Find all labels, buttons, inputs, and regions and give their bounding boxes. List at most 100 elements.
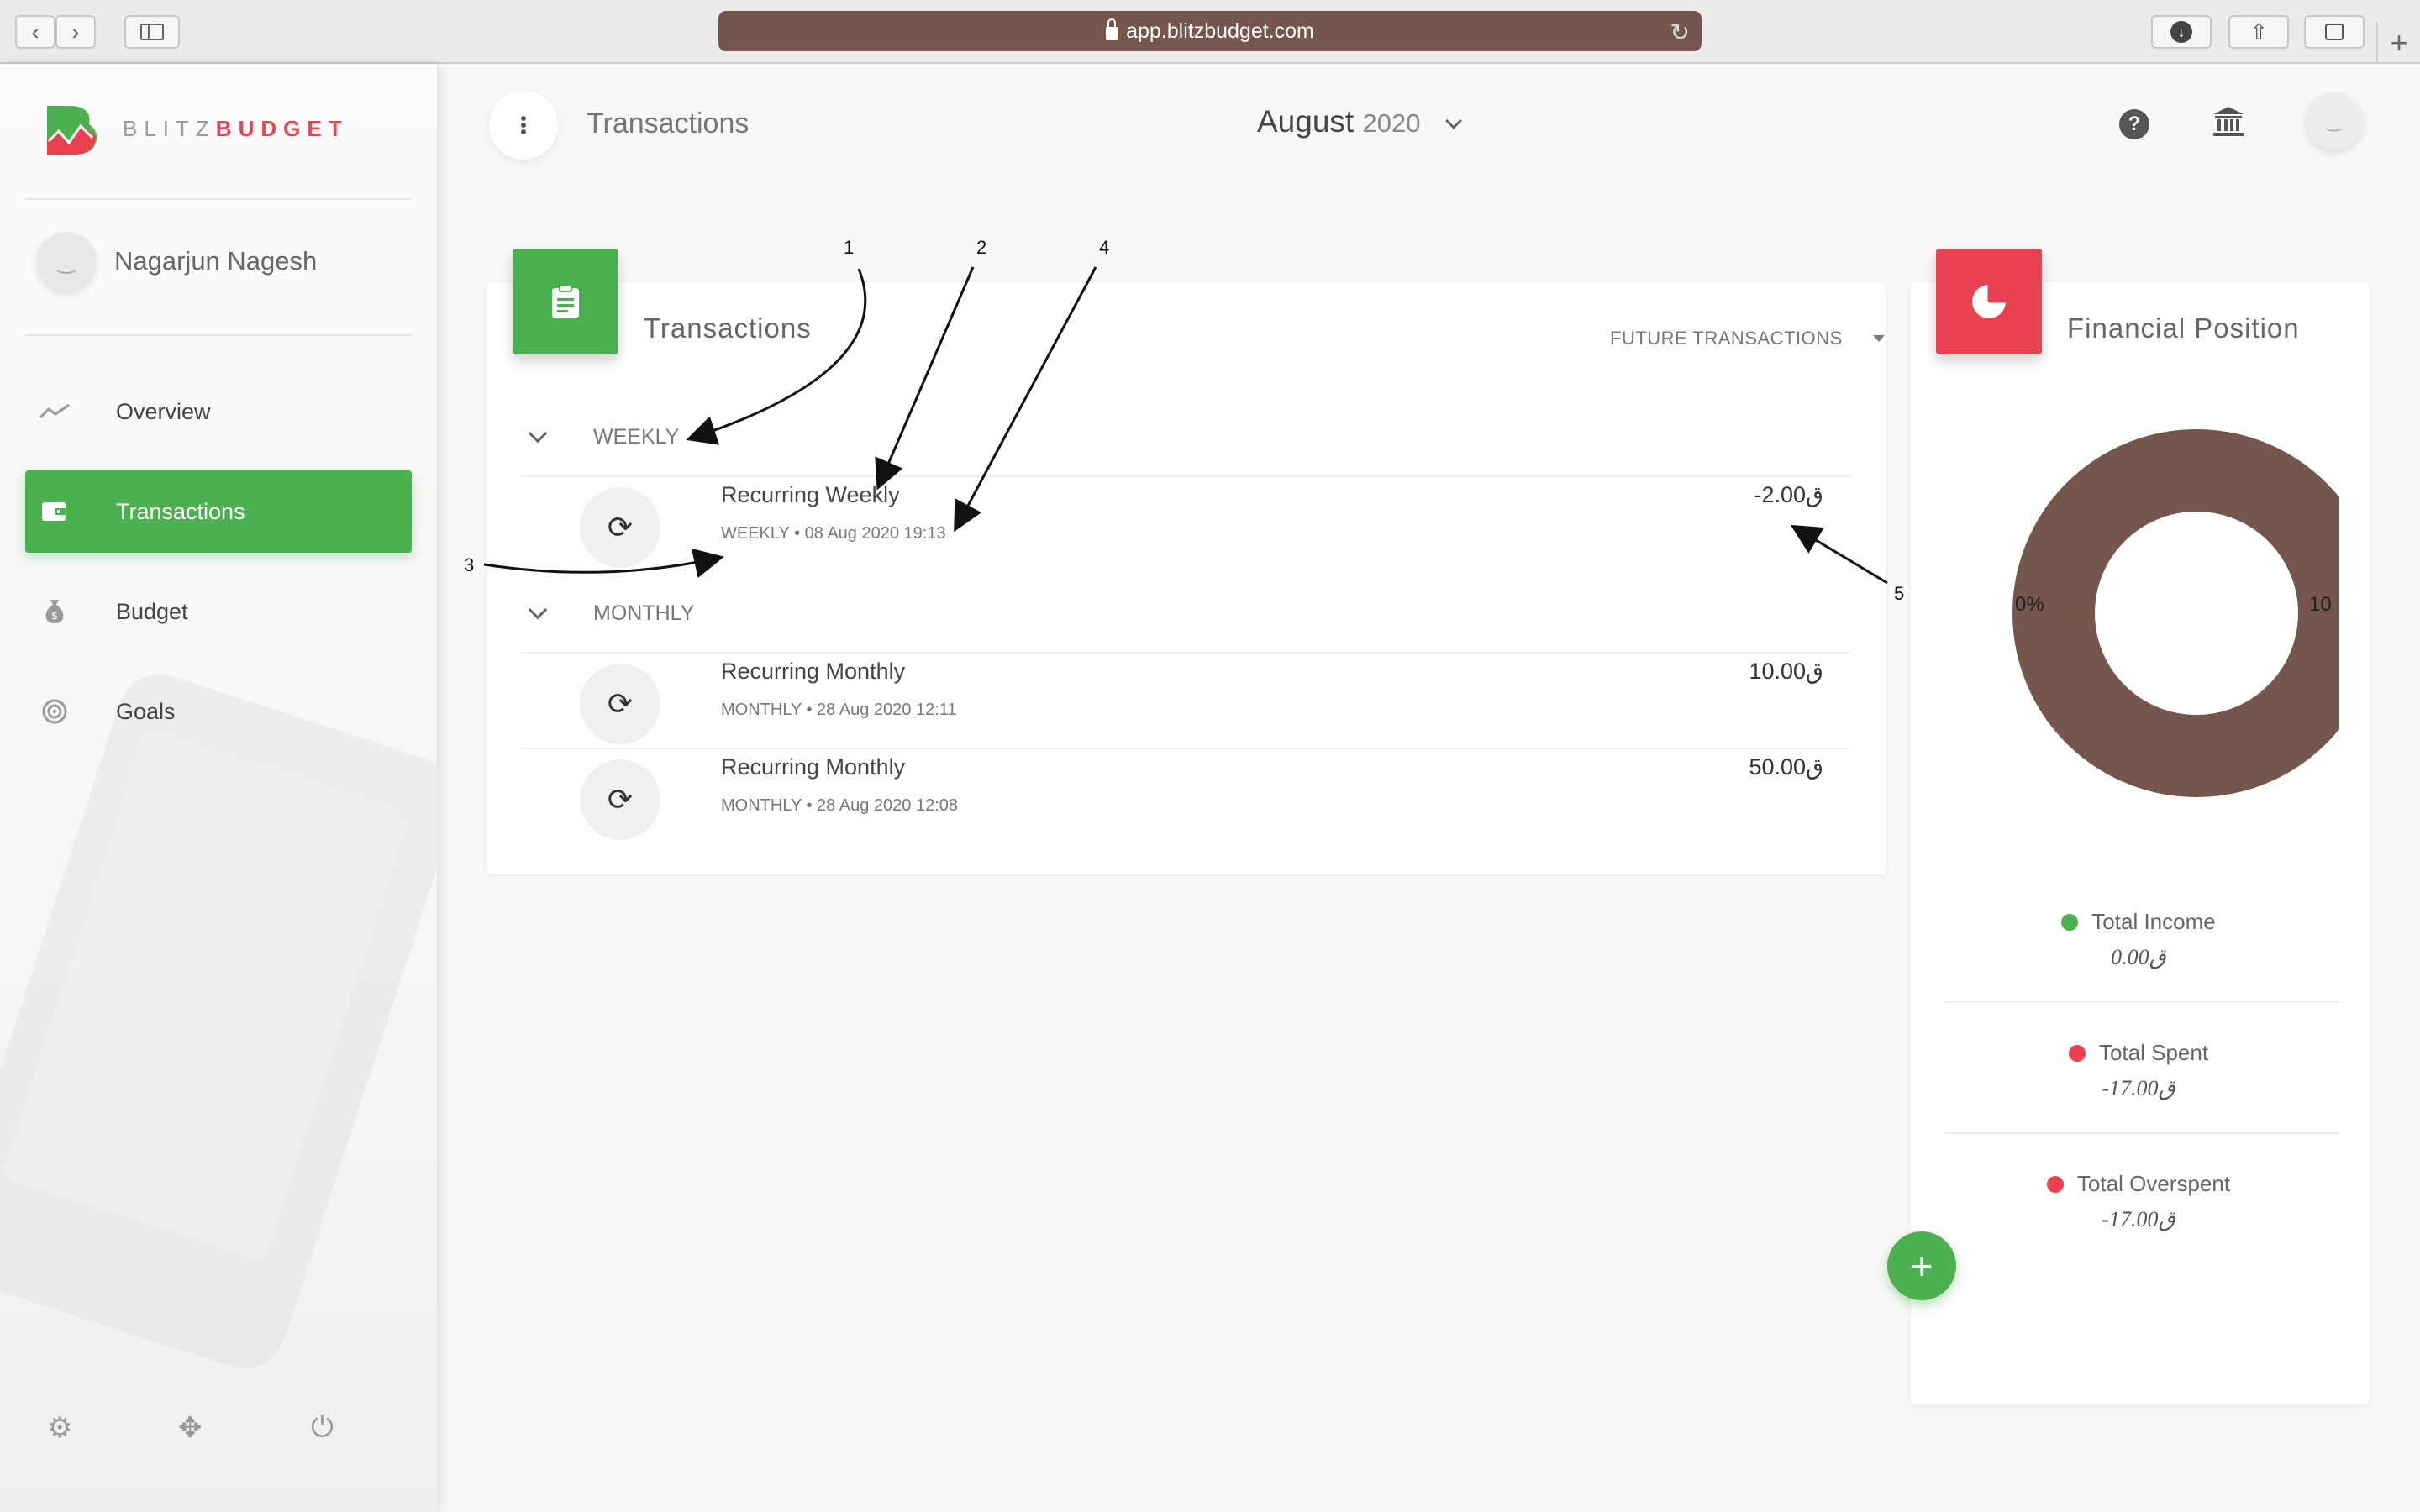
legend-label: Total Income xyxy=(2091,909,2216,934)
recurring-icon: ⟳ xyxy=(580,487,660,568)
legend-label: Total Overspent xyxy=(2076,1171,2231,1196)
wallet-icon xyxy=(25,500,84,523)
legend-value: 0.00ق xyxy=(2111,945,2166,969)
month-picker[interactable]: August 2020 xyxy=(1257,104,1462,139)
table-row[interactable]: ⟳ Recurring Monthly MONTHLY • 28 Aug 202… xyxy=(580,659,1823,744)
recurring-icon: ⟳ xyxy=(580,664,660,744)
row-divider xyxy=(521,748,1850,749)
row-divider xyxy=(521,652,1850,654)
transaction-meta: MONTHLY • 28 Aug 2020 12:11 xyxy=(721,701,957,719)
financial-position-title: Financial Position xyxy=(2067,312,2300,344)
avatar[interactable]: ‿ xyxy=(2306,92,2363,150)
transaction-meta: WEEKLY • 08 Aug 2020 19:13 xyxy=(721,524,946,543)
phone-background-image xyxy=(0,663,437,1380)
legend-value: -17.00ق xyxy=(2102,1076,2175,1100)
legend-divider xyxy=(1944,1132,2339,1134)
chevron-down-icon xyxy=(1444,113,1462,129)
sidebar-item-budget[interactable]: $ Budget xyxy=(25,570,412,653)
address-bar[interactable]: app.blitzbudget.com ↻ xyxy=(718,11,1702,51)
sidebar-divider xyxy=(25,334,412,336)
financial-donut-chart: 0% 10 xyxy=(1911,420,2339,806)
download-icon: ↓ xyxy=(2170,21,2192,43)
chevron-down-icon xyxy=(528,600,548,620)
annotation-number: 4 xyxy=(1099,237,1110,258)
clipboard-icon xyxy=(513,249,618,354)
move-icon[interactable]: ✥ xyxy=(178,1411,203,1445)
group-label: WEEKLY xyxy=(593,424,680,449)
add-transaction-button[interactable]: + xyxy=(1887,1231,1956,1300)
annotation-number: 1 xyxy=(844,237,855,258)
legend-total-overspent: Total Overspent -17.00ق xyxy=(1941,1171,2336,1232)
help-icon[interactable]: ? xyxy=(2119,109,2149,139)
month-label: August xyxy=(1257,104,1355,139)
settings-icon[interactable]: ⚙ xyxy=(47,1411,72,1445)
transaction-meta: MONTHLY • 28 Aug 2020 12:08 xyxy=(721,796,958,815)
sidebar-item-transactions[interactable]: Transactions xyxy=(25,470,412,553)
share-icon: ⇧ xyxy=(2249,18,2268,45)
year-label: 2020 xyxy=(1362,108,1421,138)
legend-dot xyxy=(2061,913,2079,931)
annotation-number: 3 xyxy=(464,554,475,575)
group-header-weekly[interactable]: WEEKLY xyxy=(521,412,679,462)
power-icon[interactable]: ⏻ xyxy=(311,1411,334,1444)
brand-name: BLITZBUDGET xyxy=(123,115,349,141)
sidebar-item-label: Goals xyxy=(116,698,176,724)
back-button[interactable]: ‹ xyxy=(15,15,55,49)
transaction-amount: -2.00ق xyxy=(1754,482,1824,507)
table-row[interactable]: ⟳ Recurring Monthly MONTHLY • 28 Aug 202… xyxy=(580,754,1823,840)
tabs-button[interactable] xyxy=(2304,15,2365,49)
sidebar-divider xyxy=(25,198,412,200)
donut-percent-left: 0% xyxy=(2015,593,2044,616)
avatar: ‿ xyxy=(37,232,96,291)
recurring-icon: ⟳ xyxy=(580,759,660,840)
transaction-name: Recurring Monthly xyxy=(721,754,906,780)
bank-icon[interactable] xyxy=(2212,106,2245,138)
table-row[interactable]: ⟳ Recurring Weekly WEEKLY • 08 Aug 2020 … xyxy=(580,482,1824,568)
donut-ring xyxy=(2012,429,2339,797)
transaction-name: Recurring Monthly xyxy=(721,659,906,684)
sidebar-item-label: Budget xyxy=(116,598,188,624)
user-profile[interactable]: ‿ Nagarjun Nagesh xyxy=(37,232,317,291)
sidebar: BLITZBUDGET ‿ Nagarjun Nagesh Overview T… xyxy=(0,64,437,1512)
sidebar-toggle-button[interactable] xyxy=(124,15,180,49)
group-header-monthly[interactable]: MONTHLY xyxy=(521,588,694,638)
legend-total-spent: Total Spent -17.00ق xyxy=(1941,1040,2336,1101)
caret-down-icon xyxy=(1873,335,1886,342)
chevron-down-icon xyxy=(528,423,548,444)
plus-icon: + xyxy=(2390,25,2408,60)
share-button[interactable]: ⇧ xyxy=(2228,15,2289,49)
forward-button[interactable]: › xyxy=(55,15,96,49)
logo-icon xyxy=(47,106,97,155)
more-options-button[interactable] xyxy=(489,91,558,160)
url-text: app.blitzbudget.com xyxy=(1126,18,1314,43)
plus-icon: + xyxy=(1910,1244,1933,1288)
legend-dot xyxy=(2068,1044,2086,1062)
lock-icon xyxy=(1106,18,1118,40)
svg-text:$: $ xyxy=(51,610,58,622)
chevron-right-icon: › xyxy=(71,18,80,45)
trend-icon xyxy=(25,402,84,421)
legend-label: Total Spent xyxy=(2098,1040,2209,1065)
target-icon xyxy=(25,698,84,725)
legend-total-income: Total Income 0.00ق xyxy=(1941,909,2336,970)
profile-name: Nagarjun Nagesh xyxy=(114,246,318,276)
sidebar-item-overview[interactable]: Overview xyxy=(25,370,412,453)
page-title: Transactions xyxy=(587,108,750,139)
transactions-filter-dropdown[interactable]: FUTURE TRANSACTIONS xyxy=(1610,328,1886,349)
transactions-card-title: Transactions xyxy=(644,312,812,344)
sidebar-item-label: Transactions xyxy=(116,498,245,524)
money-bag-icon: $ xyxy=(25,598,84,625)
filter-label: FUTURE TRANSACTIONS xyxy=(1610,328,1843,349)
chevron-left-icon: ‹ xyxy=(31,18,39,45)
transaction-amount: 10.00ق xyxy=(1749,659,1823,684)
downloads-button[interactable]: ↓ xyxy=(2151,15,2212,49)
brand-logo[interactable]: BLITZBUDGET xyxy=(44,99,349,158)
row-divider xyxy=(521,475,1850,477)
legend-dot xyxy=(2046,1175,2064,1193)
vertical-dots-icon xyxy=(521,114,526,136)
reload-icon[interactable]: ↻ xyxy=(1670,18,1690,46)
new-tab-button[interactable]: + xyxy=(2376,22,2420,64)
sidebar-icon xyxy=(140,24,164,40)
group-label: MONTHLY xyxy=(593,601,695,625)
sidebar-item-goals[interactable]: Goals xyxy=(25,670,412,753)
